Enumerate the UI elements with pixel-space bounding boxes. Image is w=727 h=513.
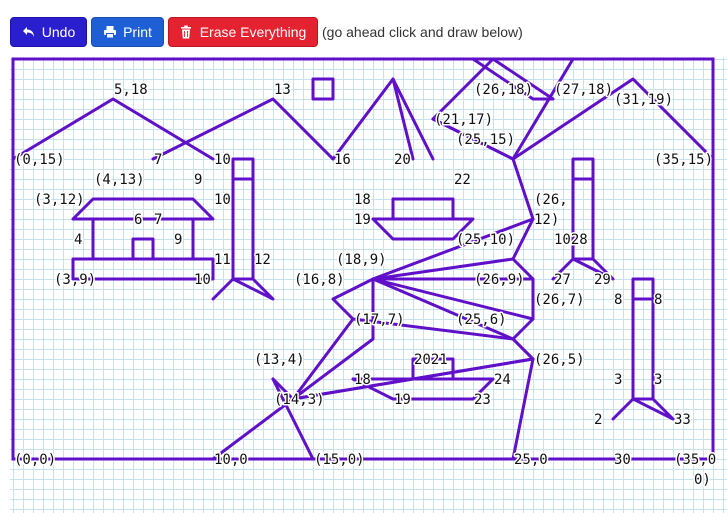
printer-icon — [103, 25, 117, 39]
print-button[interactable]: Print — [91, 17, 164, 47]
coordinate-label: 7 — [154, 152, 162, 168]
coordinate-label: 23 — [474, 392, 491, 408]
coordinate-label: 19 — [394, 392, 411, 408]
coordinate-label: 2021 — [414, 352, 448, 368]
coordinate-label: 0) — [694, 472, 711, 488]
coordinate-label: (25,15) — [456, 132, 515, 148]
coordinate-label: 33 — [674, 412, 691, 428]
coordinate-label: (26,18) — [474, 82, 533, 98]
coordinate-label: (28,20) — [574, 57, 633, 58]
coordinate-label: 10 — [214, 192, 231, 208]
drawn-line-38 — [631, 277, 655, 301]
coordinate-label: 16 — [334, 152, 351, 168]
coordinate-label: 20 — [394, 152, 411, 168]
drawn-line-29 — [351, 377, 495, 401]
coordinate-label: 19 — [354, 212, 371, 228]
drawn-line-8 — [131, 237, 155, 261]
coordinate-label: (0,15) — [14, 152, 65, 168]
coordinate-label: (0,20) — [14, 57, 65, 58]
coordinate-label: (3,9) — [54, 272, 96, 288]
undo-arrow-icon — [22, 25, 36, 39]
coordinate-label: 10 — [194, 272, 211, 288]
coordinate-label: 1028 — [554, 232, 588, 248]
drawn-line-13 — [311, 77, 335, 101]
coordinate-label: (35,20) — [654, 57, 713, 58]
drawn-line-0 — [11, 97, 215, 161]
coordinate-label: 27 — [554, 272, 571, 288]
coordinate-label: 29 — [594, 272, 611, 288]
coordinate-label: 6 — [134, 212, 142, 228]
coordinate-label: 12) — [534, 212, 559, 228]
drawn-line-15 — [391, 197, 455, 221]
coordinate-label: 13 — [274, 82, 291, 98]
trash-icon — [180, 25, 194, 39]
coordinate-label: 9 — [174, 232, 182, 248]
coordinate-label: (26,7) — [534, 292, 585, 308]
erase-everything-button[interactable]: Erase Everything — [168, 17, 318, 47]
coordinate-label: (17,7) — [354, 312, 405, 328]
coordinate-label: (13,4) — [254, 352, 305, 368]
coordinate-label: (21,17) — [434, 112, 493, 128]
coordinate-label: 10,0 — [214, 452, 248, 468]
coordinate-label: (26,9) — [474, 272, 525, 288]
drawn-line-41 — [611, 397, 675, 421]
drawn-line-2 — [331, 77, 435, 161]
coordinate-label: 24 — [494, 372, 511, 388]
drawing-svg: (0,20)5,181319.19(23,20)(28,20)(35,20)(2… — [11, 57, 718, 490]
drawn-line-1 — [151, 97, 335, 161]
coordinate-label: (25,6) — [456, 312, 507, 328]
coordinate-label: 18 — [354, 192, 371, 208]
drawn-line-33 — [511, 57, 575, 161]
coordinate-label: 2 — [594, 412, 602, 428]
coordinate-label: 10 — [214, 152, 231, 168]
coordinate-label: 18 — [354, 372, 371, 388]
coordinate-label: (25,10) — [456, 232, 515, 248]
coordinate-label: (0,0) — [14, 452, 56, 468]
drawn-line-4 — [71, 197, 215, 221]
coordinate-label: 9 — [194, 172, 202, 188]
coordinate-label: (16,8) — [294, 272, 345, 288]
undo-button[interactable]: Undo — [10, 17, 87, 47]
undo-label: Undo — [41, 24, 76, 40]
coordinate-label: 25,0 — [514, 452, 548, 468]
drawn-line-18 — [371, 217, 535, 281]
drawn-line-34 — [571, 157, 595, 181]
print-label: Print — [123, 24, 152, 40]
drawn-line-25 — [271, 377, 315, 461]
coordinate-label: 8 — [654, 292, 662, 308]
coordinate-label: 3 — [654, 372, 662, 388]
coordinate-label: (23,20) — [418, 57, 477, 58]
coordinate-label: (35,15) — [654, 152, 713, 168]
coordinate-label: 7 — [154, 212, 162, 228]
erase-label: Erase Everything — [199, 24, 307, 40]
coordinate-label: (14,3) — [274, 392, 325, 408]
coordinate-label: (26,5) — [534, 352, 585, 368]
coordinate-label: (3,12) — [34, 192, 85, 208]
coordinate-label: (18,9) — [336, 252, 387, 268]
coordinate-label: 8 — [614, 292, 622, 308]
instruction-text: (go ahead click and draw below) — [322, 24, 523, 40]
coordinate-label: 12 — [254, 252, 271, 268]
coordinate-label: (4,13) — [94, 172, 145, 188]
coordinate-label: (26, — [534, 192, 568, 208]
drawn-line-3 — [391, 77, 415, 161]
coordinate-label: (15,0) — [314, 452, 365, 468]
coordinate-label: 3 — [614, 372, 622, 388]
coordinate-label: 4 — [74, 232, 82, 248]
coordinate-label: 22 — [454, 172, 471, 188]
coordinate-label: 5,18 — [114, 82, 148, 98]
coordinate-label: (27,18) — [554, 82, 613, 98]
coordinate-label: (31,19) — [614, 92, 673, 108]
drawn-line-17 — [431, 117, 535, 461]
drawn-line-9 — [231, 157, 255, 181]
coordinate-label: (35,0 — [674, 452, 716, 468]
drawn-line-12 — [211, 277, 275, 301]
coordinate-label: 30 — [614, 452, 631, 468]
drawing-canvas[interactable]: (0,20)5,181319.19(23,20)(28,20)(35,20)(2… — [10, 57, 727, 513]
coordinate-label: 11 — [214, 252, 231, 268]
